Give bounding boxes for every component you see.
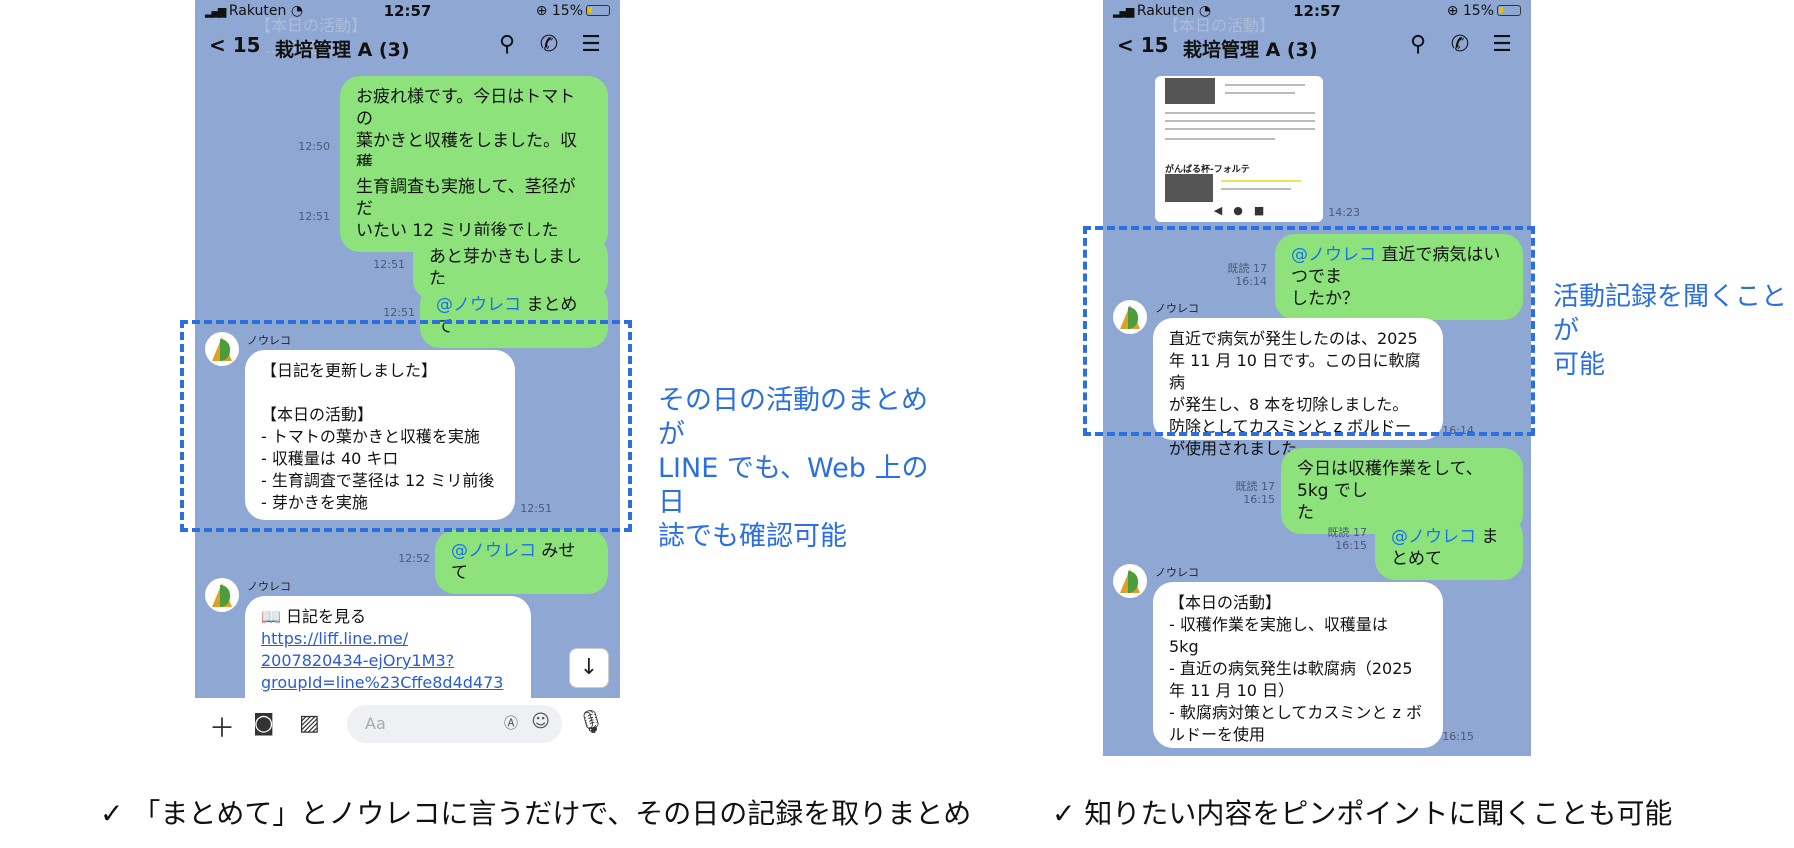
chat-header: < 15 栽培管理 A (3) ⚲ ✆ ☰: [195, 30, 620, 66]
right-caption: ✓ 知りたい内容をピンポイントに聞くことも可能: [1052, 797, 1673, 830]
message-time: 12:51: [298, 210, 330, 223]
mention: @ノウレコ: [451, 541, 536, 561]
emoji-icon[interactable]: ☺: [531, 711, 550, 732]
scroll-down-button[interactable]: ↓: [569, 648, 609, 688]
search-icon[interactable]: ⚲: [1403, 32, 1433, 57]
camera-icon[interactable]: ◙: [253, 711, 274, 736]
doc-photo: [1165, 78, 1215, 104]
bot-avatar[interactable]: [1113, 564, 1147, 598]
bot-summary-message[interactable]: 【本日の活動】 - 収穫作業を実施し、収穫量は 5kg - 直近の病気発生は軟腐…: [1153, 582, 1443, 748]
microphone-icon[interactable]: 🎙: [577, 710, 605, 735]
left-note: その日の活動のまとめが LINE でも、Web 上の日 誌でも確認可能: [658, 385, 929, 552]
bot-avatar[interactable]: [205, 578, 239, 612]
phone-icon[interactable]: ✆: [1445, 32, 1475, 57]
doc-photo: [1165, 174, 1213, 202]
sender-name: ノウレコ: [247, 580, 291, 593]
document-image[interactable]: がんばる杯-フォルテ ◀ ● ■: [1155, 76, 1323, 222]
doc-nav-bar: ◀ ● ■: [1155, 202, 1323, 222]
chat-title: 栽培管理 A (3): [1183, 39, 1318, 61]
battery: ⊕ 15%: [1447, 3, 1521, 19]
answer-highlight-box: [1083, 226, 1535, 436]
read-receipt: 既読 17 16:15: [1327, 526, 1368, 552]
message-time: 12:50: [298, 140, 330, 153]
message-time: 14:23: [1328, 206, 1360, 219]
battery-icon: [1497, 5, 1521, 16]
message-time: 12:51: [383, 306, 415, 319]
my-message[interactable]: @ノウレコ みせて: [435, 530, 608, 594]
chat-title: 栽培管理 A (3): [275, 39, 410, 61]
back-button[interactable]: < 15: [1117, 33, 1169, 57]
ai-icon[interactable]: Ⓐ: [504, 713, 518, 733]
phone-icon[interactable]: ✆: [534, 32, 564, 57]
diary-link-label: 📖 日記を見る: [261, 607, 367, 626]
sender-name: ノウレコ: [1155, 566, 1199, 579]
back-button[interactable]: < 15: [209, 33, 261, 57]
diary-link-url[interactable]: 2007820434-ejOry1M3?: [261, 650, 515, 672]
left-caption: ✓ 「まとめて」とノウレコに言うだけで、その日の記録を取りまとめ: [100, 797, 972, 830]
message-input[interactable]: Aa Ⓐ ☺: [347, 705, 562, 743]
diary-link-url[interactable]: https://liff.line.me/: [261, 628, 515, 650]
message-time: 16:15: [1442, 730, 1474, 743]
my-message[interactable]: @ノウレコ まとめて: [1375, 516, 1523, 580]
battery-icon: [586, 5, 610, 16]
image-icon[interactable]: ▨: [299, 711, 320, 736]
chat-header: < 15 栽培管理 A (3) ⚲ ✆ ☰: [1103, 30, 1531, 66]
battery: ⊕ 15%: [536, 3, 610, 19]
menu-icon[interactable]: ☰: [1487, 32, 1517, 57]
diary-link-url[interactable]: groupId=line%23Cffe8d4d473: [261, 672, 515, 694]
mention: @ノウレコ: [436, 295, 521, 315]
message-input-bar: ＋ ◙ ▨ Aa Ⓐ ☺ 🎙: [195, 698, 620, 748]
message-time: 12:51: [373, 258, 405, 271]
menu-icon[interactable]: ☰: [576, 32, 606, 57]
read-receipt: 既読 17 16:15: [1235, 480, 1276, 506]
search-icon[interactable]: ⚲: [492, 32, 522, 57]
plus-icon[interactable]: ＋: [209, 708, 235, 745]
summary-highlight-box: [180, 320, 632, 532]
mention: @ノウレコ: [1391, 527, 1476, 547]
message-time: 12:52: [398, 552, 430, 565]
right-note: 活動記録を聞くことが 可能: [1553, 282, 1788, 380]
